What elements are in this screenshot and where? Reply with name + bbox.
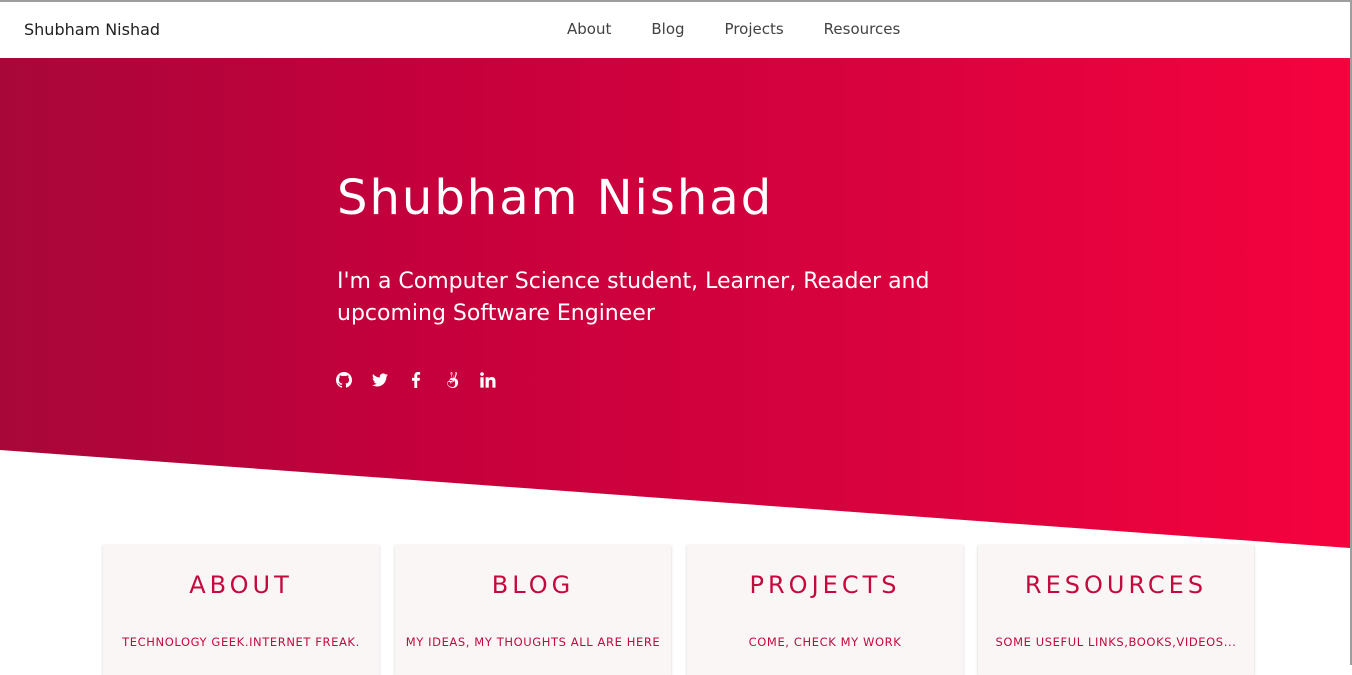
nav-link-blog[interactable]: Blog xyxy=(651,20,684,38)
angellist-icon[interactable] xyxy=(444,372,462,390)
hero-banner: Shubham Nishad I'm a Computer Science st… xyxy=(0,58,1350,548)
card-title: RESOURCES xyxy=(1024,571,1208,599)
card-about[interactable]: ABOUT TECHNOLOGY GEEK.INTERNET FREAK. xyxy=(103,545,379,675)
card-title: PROJECTS xyxy=(749,571,901,599)
facebook-icon[interactable] xyxy=(408,371,426,390)
nav-link-projects[interactable]: Projects xyxy=(725,20,784,38)
brand-link[interactable]: Shubham Nishad xyxy=(24,20,160,39)
social-links xyxy=(336,371,498,390)
card-description: SOME USEFUL LINKS,BOOKS,VIDEOS... xyxy=(995,635,1237,649)
card-title: BLOG xyxy=(491,571,575,599)
card-resources[interactable]: RESOURCES SOME USEFUL LINKS,BOOKS,VIDEOS… xyxy=(978,545,1254,675)
card-description: TECHNOLOGY GEEK.INTERNET FREAK. xyxy=(122,635,360,649)
twitter-icon[interactable] xyxy=(372,372,390,390)
hero-subtitle: I'm a Computer Science student, Learner,… xyxy=(337,269,930,326)
nav-link-resources[interactable]: Resources xyxy=(824,20,901,38)
card-description: MY IDEAS, MY THOUGHTS ALL ARE HERE xyxy=(405,635,661,649)
card-projects[interactable]: PROJECTS COME, CHECK MY WORK xyxy=(687,545,963,675)
github-icon[interactable] xyxy=(336,372,354,390)
card-title: ABOUT xyxy=(189,571,293,599)
section-cards: ABOUT TECHNOLOGY GEEK.INTERNET FREAK. BL… xyxy=(103,545,1255,675)
card-blog[interactable]: BLOG MY IDEAS, MY THOUGHTS ALL ARE HERE xyxy=(395,545,671,675)
nav-links: About Blog Projects Resources xyxy=(567,20,900,38)
linkedin-icon[interactable] xyxy=(480,372,498,390)
card-description: COME, CHECK MY WORK xyxy=(748,635,902,649)
nav-link-about[interactable]: About xyxy=(567,20,611,38)
navbar: Shubham Nishad About Blog Projects Resou… xyxy=(0,2,1350,58)
hero-title: Shubham Nishad xyxy=(337,170,774,226)
